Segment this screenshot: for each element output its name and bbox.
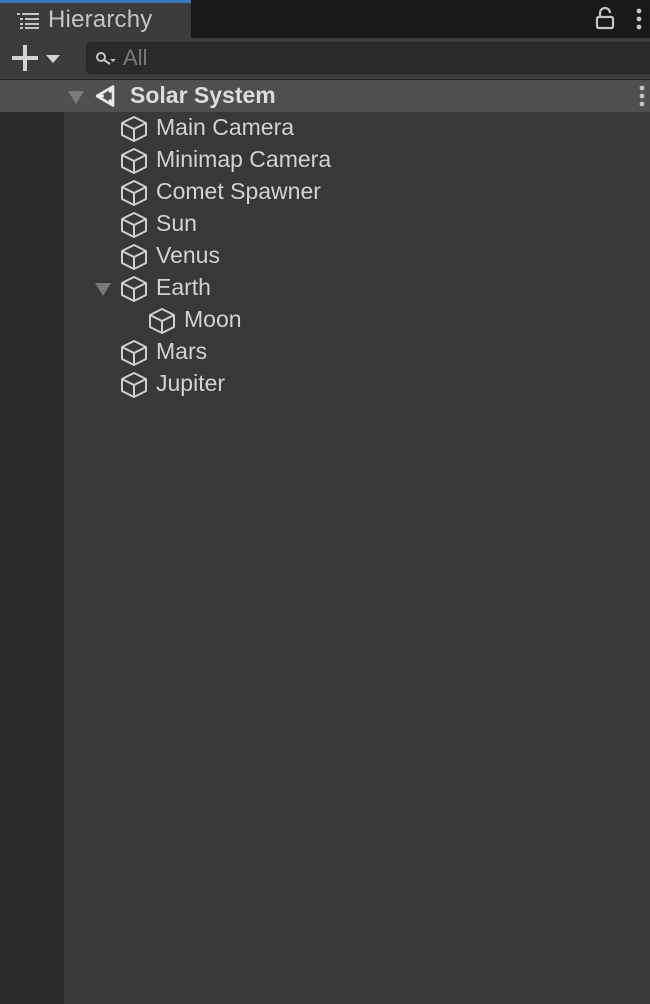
create-dropdown-button[interactable]	[8, 42, 70, 74]
gameobject-row-minimap-camera[interactable]: Minimap Camera	[120, 144, 650, 176]
scene-name: Solar System	[130, 82, 276, 108]
hierarchy-list-icon	[17, 12, 39, 29]
tab-hierarchy[interactable]: Hierarchy	[0, 0, 191, 38]
more-vertical-icon[interactable]	[636, 84, 648, 108]
gameobject-label: Comet Spawner	[156, 178, 321, 204]
chevron-down-icon	[46, 55, 60, 63]
gameobject-label: Earth	[156, 274, 211, 300]
gameobject-label: Sun	[156, 210, 197, 236]
lock-icon[interactable]	[594, 6, 616, 30]
gameobject-row-sun[interactable]: Sun	[120, 208, 650, 240]
gameobject-label: Minimap Camera	[156, 146, 332, 172]
gameobject-row-comet-spawner[interactable]: Comet Spawner	[120, 176, 650, 208]
gameobject-cube-icon	[121, 212, 147, 238]
gameobject-label: Mars	[156, 338, 208, 364]
search-field[interactable]	[86, 42, 650, 74]
gameobject-row-moon[interactable]: Moon	[148, 304, 648, 336]
tab-title: Hierarchy	[48, 6, 153, 33]
toolbar	[0, 38, 650, 80]
gameobject-cube-icon	[121, 372, 147, 398]
scene-row[interactable]: Solar System	[0, 80, 650, 112]
gameobject-cube-icon	[121, 340, 147, 366]
gameobject-label: Main Camera	[156, 114, 295, 140]
gameobject-cube-icon	[121, 244, 147, 270]
unity-logo-icon	[95, 85, 115, 107]
foldout-expanded-icon[interactable]	[94, 281, 112, 297]
gameobject-row-earth[interactable]: Earth	[95, 272, 650, 304]
gameobject-row-mars[interactable]: Mars	[120, 336, 650, 368]
gameobject-cube-icon	[121, 276, 147, 302]
foldout-expanded-icon[interactable]	[67, 89, 85, 105]
gameobject-label: Moon	[184, 306, 242, 332]
hierarchy-window: Hierarchy All Solar System Main Camera M…	[0, 0, 650, 1004]
tab-bar: Hierarchy	[0, 0, 650, 38]
search-icon	[96, 52, 116, 65]
search-input[interactable]	[123, 43, 623, 73]
gameobject-cube-icon	[121, 180, 147, 206]
gameobject-row-main-camera[interactable]: Main Camera	[120, 112, 650, 144]
gameobject-cube-icon	[121, 116, 147, 142]
gameobject-row-jupiter[interactable]: Jupiter	[120, 368, 650, 400]
hierarchy-tree: Solar System Main Camera Minimap Camera …	[0, 80, 650, 1004]
more-vertical-icon[interactable]	[632, 8, 646, 32]
plus-icon	[12, 45, 38, 71]
gameobject-cube-icon	[121, 148, 147, 174]
gameobject-label: Venus	[156, 242, 220, 268]
gameobject-row-venus[interactable]: Venus	[120, 240, 650, 272]
gameobject-label: Jupiter	[156, 370, 226, 396]
gameobject-cube-icon	[149, 308, 175, 334]
